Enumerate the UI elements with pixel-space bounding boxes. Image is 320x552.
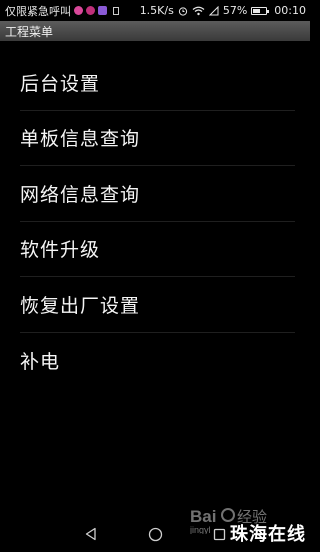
menu-item-factory-reset[interactable]: 恢复出厂设置 <box>20 277 295 333</box>
sim-icon <box>113 6 119 15</box>
clock: 00:10 <box>274 4 306 17</box>
wifi-icon <box>192 6 205 15</box>
title-bar: 工程菜单 <box>0 21 310 41</box>
home-icon <box>148 527 162 541</box>
signal-icon <box>208 5 219 15</box>
notification-icon <box>98 6 107 15</box>
menu-item-label: 单板信息查询 <box>20 128 141 151</box>
menu-item-label: 恢复出厂设置 <box>20 294 141 317</box>
back-button[interactable] <box>81 524 101 544</box>
home-button[interactable] <box>145 524 165 544</box>
menu-item-software-upgrade[interactable]: 软件升级 <box>20 222 295 277</box>
status-right: 1.5K/s 57% 00:10 <box>140 4 306 17</box>
notification-icon <box>74 6 83 15</box>
notification-icon <box>86 6 95 15</box>
page-title: 工程菜单 <box>5 24 54 39</box>
svg-text:jingyl: jingyl <box>189 525 211 534</box>
menu-item-label: 后台设置 <box>20 72 101 95</box>
alarm-icon <box>178 6 187 16</box>
menu-item-label: 补电 <box>20 350 61 373</box>
menu-list: 后台设置 单板信息查询 网络信息查询 软件升级 恢复出厂设置 补电 <box>0 55 310 388</box>
battery-percent: 57% <box>222 4 248 17</box>
back-icon <box>85 527 96 541</box>
battery-icon <box>251 6 270 15</box>
status-bar: 仅限紧急呼叫 1.5K/s 57% 00:10 <box>0 0 310 21</box>
battery-fill <box>253 8 261 13</box>
menu-item-board-info[interactable]: 单板信息查询 <box>20 111 295 166</box>
menu-item-background-settings[interactable]: 后台设置 <box>20 55 295 111</box>
menu-item-recharge[interactable]: 补电 <box>20 333 295 389</box>
status-left: 仅限紧急呼叫 <box>5 3 119 19</box>
watermark-text: 珠海在线 <box>230 524 306 545</box>
baidu-jingyan-watermark: Bai 经验 jingyl 珠海在线 <box>188 504 306 546</box>
menu-item-label: 软件升级 <box>20 239 101 262</box>
menu-item-network-info[interactable]: 网络信息查询 <box>20 166 295 222</box>
network-speed: 1.5K/s <box>139 4 174 17</box>
menu-item-label: 网络信息查询 <box>20 183 141 206</box>
svg-text:Bai: Bai <box>190 507 216 526</box>
emergency-text: 仅限紧急呼叫 <box>5 4 71 18</box>
